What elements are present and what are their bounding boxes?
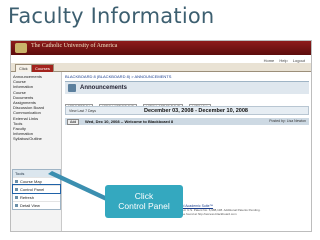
callout-line-2: Control Panel (118, 201, 170, 211)
view-button-row: VIEW TODAY VIEW LAST 7 DAYS VIEW LAST 30… (65, 95, 213, 111)
control-panel-icon (15, 188, 18, 192)
add-button[interactable]: Add (67, 119, 80, 125)
detail-view-item[interactable]: Detail View (13, 201, 60, 209)
detail-view-icon (15, 204, 18, 208)
tool-label: Detail View (20, 203, 40, 208)
nav-item[interactable]: Syllabus/Outline (13, 136, 59, 141)
course-menu: Announcements Course Information Course … (11, 72, 62, 231)
university-banner: The Catholic University of America (11, 41, 311, 55)
slide-title: Faculty Information (8, 4, 215, 28)
click-control-panel-callout: Click Control Panel (105, 185, 183, 218)
announcement-row: Add Wed, Dec 10, 2008 -- Welcome to Blac… (65, 118, 309, 125)
page-header: Announcements (65, 81, 309, 94)
map-icon (15, 180, 18, 184)
announcement-subject: Wed, Dec 10, 2008 -- Welcome to Blackboa… (85, 119, 174, 124)
tab-courses[interactable]: Courses (31, 64, 54, 72)
posted-by: Posted by: Lisa Newton (269, 119, 306, 123)
callout-line-1: Click (134, 191, 154, 201)
announcements-icon (68, 84, 76, 92)
control-panel-item[interactable]: Control Panel (12, 184, 61, 194)
tools-panel: Tools Course Map Control Panel Refresh D… (12, 169, 61, 210)
tools-header: Tools (13, 170, 60, 177)
refresh-item[interactable]: Refresh (13, 193, 60, 201)
tool-label: Control Panel (20, 187, 45, 192)
university-logo-icon (15, 43, 27, 53)
breadcrumb[interactable]: BLACKBOARD 8 (BLACKBOARD 8) > ANNOUNCEME… (65, 74, 171, 79)
main-content: BLACKBOARD 8 (BLACKBOARD 8) > ANNOUNCEME… (65, 72, 309, 231)
date-range-bar: View Last 7 Days December 03, 2008 - Dec… (65, 106, 309, 115)
university-name: The Catholic University of America (31, 43, 118, 49)
range-label: View Last 7 Days (69, 109, 96, 113)
date-range: December 03, 2008 - December 10, 2008 (144, 108, 248, 114)
tool-label: Course Map (20, 179, 42, 184)
course-map-item[interactable]: Course Map (13, 177, 60, 185)
refresh-icon (15, 196, 18, 200)
tab-bar: Click Courses (11, 63, 311, 72)
page-title: Announcements (80, 85, 128, 91)
tab-click[interactable]: Click (15, 64, 32, 72)
course-menu-list: Announcements Course Information Course … (13, 74, 59, 142)
tool-label: Refresh (20, 195, 35, 200)
